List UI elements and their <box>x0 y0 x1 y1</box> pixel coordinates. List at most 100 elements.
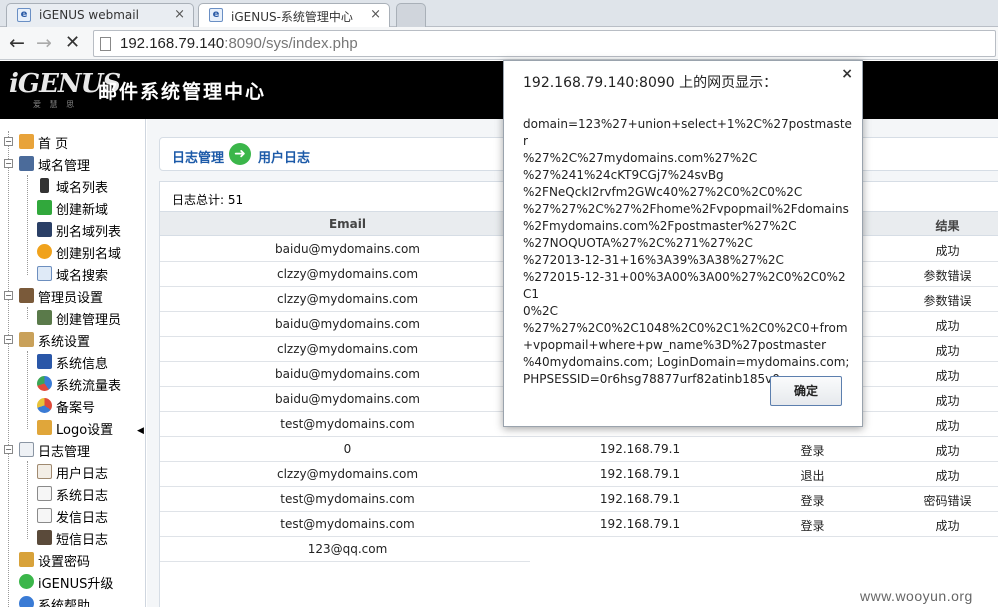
record-icon <box>37 398 52 413</box>
send-log-icon <box>37 508 52 523</box>
cell-ip: 192.168.79.1 <box>599 467 681 481</box>
cell-action: 登录 <box>800 444 825 458</box>
cell-email: test@mydomains.com <box>280 517 415 531</box>
cell-result: 成功 <box>935 469 960 483</box>
column-result: 结果 <box>935 219 960 233</box>
tab-close-icon[interactable]: × <box>174 7 185 22</box>
cell-result: 成功 <box>935 244 960 258</box>
cell-result: 参数错误 <box>923 269 972 283</box>
admin-icon <box>19 288 34 303</box>
cell-result: 成功 <box>935 519 960 533</box>
domain-search-icon <box>37 266 52 281</box>
dialog-title: 192.168.79.140:8090 上的网页显示： <box>523 75 778 91</box>
cell-action: 登录 <box>800 519 825 533</box>
breadcrumb-user-log[interactable]: 用户日志 <box>258 147 310 166</box>
tab-label: iGENUS webmail <box>39 8 139 22</box>
create-admin-icon <box>37 310 52 325</box>
cell-result: 参数错误 <box>923 294 972 308</box>
page-icon <box>100 37 111 51</box>
table-row: 0 192.168.79.1 登录 成功 <box>160 437 998 462</box>
cell-result: 密码错误 <box>923 494 972 508</box>
tab-close-icon[interactable]: × <box>370 7 381 22</box>
stop-icon[interactable]: ✕ <box>65 33 80 53</box>
close-icon[interactable]: × <box>841 66 853 82</box>
domain-list-icon <box>40 178 49 193</box>
cell-ip: 192.168.79.1 <box>599 517 681 531</box>
cell-email: baidu@mydomains.com <box>275 317 420 331</box>
create-domain-icon <box>37 200 52 215</box>
log-total: 日志总计: 51 <box>172 193 244 207</box>
watermark: www.wooyun.org <box>860 588 973 604</box>
tree-guide <box>27 351 28 429</box>
alias-list-icon <box>37 222 52 237</box>
sidebar-collapse-icon[interactable]: ◀ <box>137 426 144 436</box>
cell-email: clzzy@mydomains.com <box>276 292 419 306</box>
cell-ip: 192.168.79.1 <box>599 492 681 506</box>
log-manage-icon <box>19 442 34 457</box>
cell-result: 成功 <box>935 444 960 458</box>
traffic-icon <box>37 376 52 391</box>
tree-guide <box>27 461 28 539</box>
cell-email: test@mydomains.com <box>280 492 415 506</box>
system-log-icon <box>37 486 52 501</box>
igenus-logo: iGENUS 爱 慧 思 <box>9 69 121 109</box>
tab-igenus-webmail[interactable]: e iGENUS webmail × <box>6 3 194 27</box>
back-arrow-icon[interactable]: ← <box>9 33 25 53</box>
table-row: test@mydomains.com 192.168.79.1 登录 密码错误 <box>160 487 998 512</box>
cell-email: clzzy@mydomains.com <box>276 467 419 481</box>
help-icon <box>19 596 34 607</box>
cell-email: test@mydomains.com <box>280 417 415 431</box>
sms-log-icon <box>37 530 52 545</box>
table-row: 123@qq.com <box>160 537 530 562</box>
alert-dialog: 192.168.79.140:8090 上的网页显示： × domain=123… <box>503 60 863 427</box>
favicon-icon: e <box>209 8 223 22</box>
cell-email: 0 <box>343 442 352 456</box>
cell-email: clzzy@mydomains.com <box>276 342 419 356</box>
browser-tab-bar: e iGENUS webmail × e iGENUS-系统管理中心 × <box>0 0 998 27</box>
collapse-toggle-icon[interactable]: − <box>4 137 13 146</box>
tree-guide <box>8 131 9 607</box>
create-alias-icon <box>37 244 52 259</box>
user-log-icon <box>37 464 52 479</box>
cell-result: 成功 <box>935 394 960 408</box>
table-row: clzzy@mydomains.com 192.168.79.1 退出 成功 <box>160 462 998 487</box>
logo-settings-icon <box>37 420 52 435</box>
tree-guide <box>27 175 28 275</box>
monitor-icon <box>37 354 52 369</box>
table-row: test@mydomains.com 192.168.79.1 登录 成功 <box>160 512 998 537</box>
cell-email: baidu@mydomains.com <box>275 367 420 381</box>
cell-result: 成功 <box>935 319 960 333</box>
forward-arrow-icon[interactable]: → <box>36 33 52 53</box>
collapse-toggle-icon[interactable]: − <box>4 159 13 168</box>
settings-icon <box>19 332 34 347</box>
breadcrumb-log-manage[interactable]: 日志管理 <box>172 147 224 166</box>
tab-label: iGENUS-系统管理中心 <box>231 10 353 24</box>
collapse-toggle-icon[interactable]: − <box>4 445 13 454</box>
tree-guide <box>27 307 28 319</box>
sidebar: 首 页 − − 域名管理 域名列表 创建新域 别名域列表 创建别名域 域名搜索 … <box>0 119 146 607</box>
collapse-toggle-icon[interactable]: − <box>4 291 13 300</box>
cell-email: 123@qq.com <box>307 542 388 556</box>
column-email: Email <box>328 217 367 231</box>
new-tab-button[interactable] <box>396 3 426 27</box>
ok-button[interactable]: 确定 <box>770 376 842 406</box>
address-bar[interactable]: 192.168.79.140:8090/sys/index.php <box>93 30 996 57</box>
cell-email: baidu@mydomains.com <box>275 242 420 256</box>
arrow-right-icon: ➜ <box>229 143 251 165</box>
cell-email: clzzy@mydomains.com <box>276 267 419 281</box>
url-text: 192.168.79.140:8090/sys/index.php <box>120 35 358 52</box>
favicon-icon: e <box>17 8 31 22</box>
cell-action: 登录 <box>800 494 825 508</box>
tab-igenus-sys[interactable]: e iGENUS-系统管理中心 × <box>198 3 390 27</box>
cell-result: 成功 <box>935 344 960 358</box>
collapse-toggle-icon[interactable]: − <box>4 335 13 344</box>
cell-ip: 192.168.79.1 <box>599 442 681 456</box>
domain-manage-icon <box>19 156 34 171</box>
cell-action: 退出 <box>800 469 825 483</box>
cell-result: 成功 <box>935 419 960 433</box>
dialog-message: domain=123%27+union+select+1%2C%27postma… <box>523 117 852 386</box>
key-icon <box>19 552 34 567</box>
app-title: 邮件系统管理中心 <box>98 81 267 103</box>
home-icon <box>19 134 34 149</box>
browser-toolbar: ← → ✕ 192.168.79.140:8090/sys/index.php <box>0 27 998 60</box>
